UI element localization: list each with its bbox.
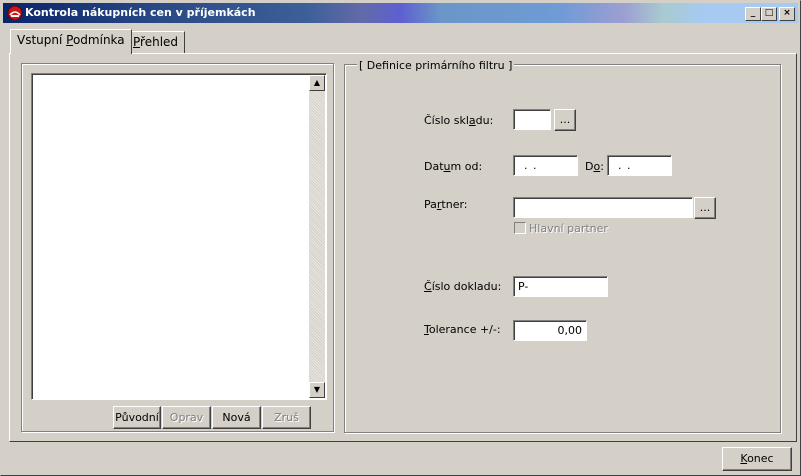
scroll-down-icon[interactable]: ▼ <box>309 382 325 398</box>
tab-label-post: odmínka <box>72 33 125 47</box>
button-label-post: onec <box>747 452 774 465</box>
edit-button[interactable]: Oprav <box>162 406 211 429</box>
minimize-button[interactable]: _ <box>745 7 761 21</box>
tab-label-post: řehled <box>140 35 179 49</box>
label-post: olerance +/-: <box>428 323 501 336</box>
list-scrollbar[interactable]: ▲ ▼ <box>309 75 325 398</box>
tolerance-label: Tolerance +/-: <box>424 323 501 336</box>
app-icon <box>7 5 23 21</box>
label-pre: Pa <box>424 198 437 211</box>
new-button[interactable]: Nová <box>212 406 261 429</box>
close-dialog-button[interactable]: Konec <box>722 447 792 471</box>
document-number-input[interactable]: P- <box>513 276 608 297</box>
date-to-label: Do: <box>585 160 604 173</box>
label-post: íslo dokladu: <box>431 280 502 293</box>
original-button[interactable]: Původní <box>113 406 161 429</box>
tolerance-input[interactable]: 0,00 <box>513 320 587 341</box>
warehouse-label: Číslo skladu: <box>424 114 493 127</box>
main-partner-label: Hlavní partner <box>529 222 608 235</box>
window-title: Kontrola nákupních cen v příjemkách <box>25 6 256 19</box>
partner-label: Partner: <box>424 198 468 211</box>
tab-prehled[interactable]: Přehled <box>126 31 186 53</box>
label-post: du: <box>475 114 494 127</box>
label-post: tner: <box>441 198 468 211</box>
main-partner-checkbox[interactable] <box>514 222 526 234</box>
label-accel: Č <box>424 280 432 293</box>
title-bar[interactable]: Kontrola nákupních cen v příjemkách _ □ … <box>3 3 798 23</box>
date-from-input[interactable]: . . <box>513 155 578 176</box>
warehouse-browse-button[interactable]: ... <box>554 109 576 131</box>
date-to-input[interactable]: . . <box>607 155 672 176</box>
close-button[interactable]: × <box>779 7 795 21</box>
cancel-button[interactable]: Zruš <box>262 406 311 429</box>
maximize-button[interactable]: □ <box>761 7 777 21</box>
condition-list[interactable]: ▲ ▼ <box>31 73 327 400</box>
label-accel: a <box>468 114 476 127</box>
label-post: m od: <box>450 160 483 173</box>
label-post: : <box>600 160 604 173</box>
tab-label-pre: Vstupní <box>17 33 67 47</box>
label-pre: Číslo skl <box>424 114 469 127</box>
label-pre: Dat <box>424 160 444 173</box>
filter-group-title: [ Definice primárního filtru ] <box>357 59 515 72</box>
label-accel: u <box>443 160 451 173</box>
date-from-label: Datum od: <box>424 160 482 173</box>
partner-input[interactable] <box>513 197 693 218</box>
main-window: Kontrola nákupních cen v příjemkách _ □ … <box>0 0 801 476</box>
tab-label-accel: P <box>66 33 73 47</box>
document-number-label: Číslo dokladu: <box>424 280 501 293</box>
partner-browse-button[interactable]: ... <box>694 197 716 219</box>
tab-vstupni-podminka[interactable]: Vstupní Podmínka <box>10 29 132 54</box>
tab-label-accel: P <box>133 35 141 49</box>
scroll-up-icon[interactable]: ▲ <box>309 75 325 91</box>
warehouse-input[interactable] <box>513 109 551 130</box>
